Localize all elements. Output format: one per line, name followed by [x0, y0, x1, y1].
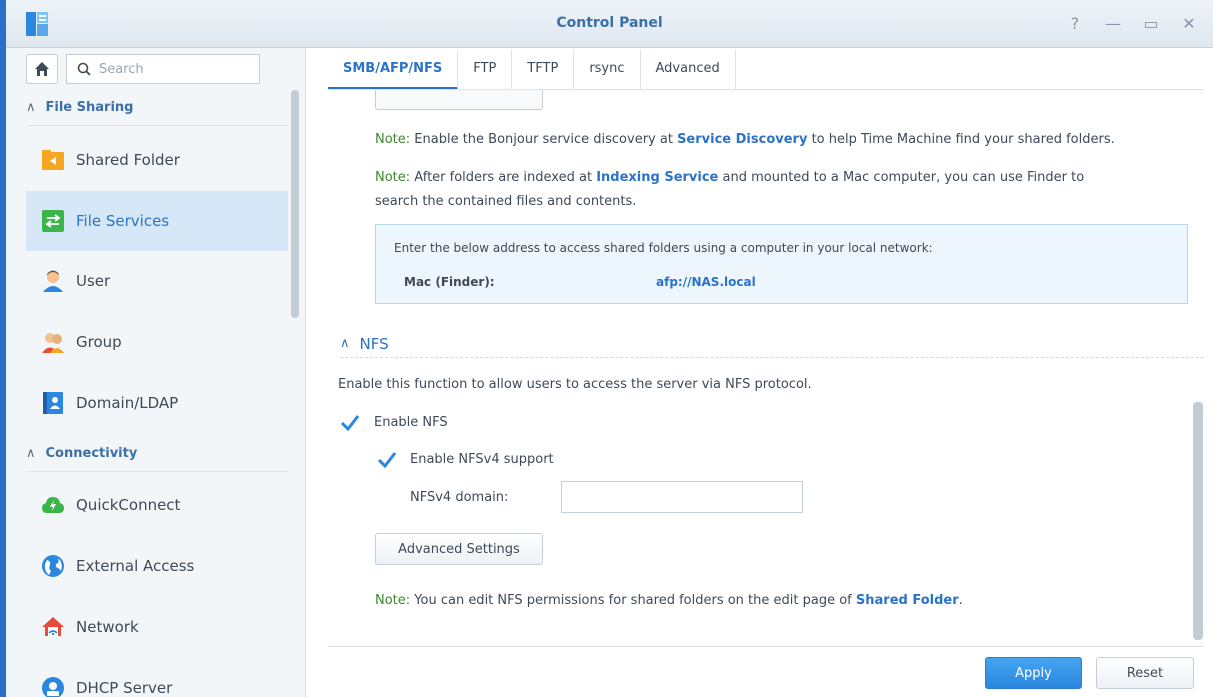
nfsv4-domain-label: NFSv4 domain: — [410, 490, 509, 505]
enable-nfs-checkbox[interactable] — [340, 413, 360, 433]
sidebar-search-row: Search — [26, 54, 260, 84]
home-button[interactable] — [26, 54, 58, 84]
maximize-icon[interactable]: ▭ — [1143, 14, 1159, 33]
enable-nfs-label[interactable]: Enable NFS — [374, 415, 448, 430]
sidebar-item-quickconnect[interactable]: QuickConnect — [26, 475, 288, 535]
shared-folder-icon — [42, 149, 64, 171]
chevron-up-icon: ∧ — [26, 100, 36, 115]
section-file-sharing[interactable]: ∧ File Sharing — [26, 90, 288, 126]
domain-ldap-icon — [42, 392, 64, 414]
address-description: Enter the below address to access shared… — [394, 241, 933, 255]
nfs-description: Enable this function to allow users to a… — [338, 377, 812, 392]
sidebar-item-dhcp-server[interactable]: DHCP Server — [26, 658, 288, 697]
chevron-up-icon: ∧ — [26, 446, 36, 461]
file-services-icon — [42, 210, 64, 232]
address-info-box: Enter the below address to access shared… — [375, 224, 1188, 304]
sidebar-scrollbar[interactable] — [291, 90, 299, 318]
search-input[interactable]: Search — [66, 54, 260, 84]
close-icon[interactable]: ✕ — [1181, 14, 1197, 33]
note-service-discovery: Note: Enable the Bonjour service discove… — [375, 132, 1115, 147]
note-nfs-permissions: Note: You can edit NFS permissions for s… — [375, 593, 963, 608]
section-connectivity[interactable]: ∧ Connectivity — [26, 436, 288, 472]
clipped-button[interactable] — [375, 90, 543, 110]
minimize-icon[interactable]: — — [1105, 14, 1121, 33]
tab-ftp[interactable]: FTP — [458, 50, 513, 90]
search-placeholder: Search — [99, 61, 144, 77]
user-icon — [42, 270, 64, 292]
sidebar-item-label: File Services — [76, 212, 170, 230]
sidebar-item-shared-folder[interactable]: Shared Folder — [26, 130, 288, 190]
title-bar[interactable]: Control Panel ? — ▭ ✕ — [6, 0, 1213, 48]
tab-smb-afp-nfs[interactable]: SMB/AFP/NFS — [328, 50, 459, 90]
sidebar-item-network[interactable]: Network — [26, 597, 288, 657]
sidebar-item-label: Shared Folder — [76, 151, 180, 169]
enable-nfsv4-label[interactable]: Enable NFSv4 support — [410, 452, 554, 467]
reset-button[interactable]: Reset — [1096, 657, 1194, 689]
dhcp-server-icon — [42, 677, 64, 697]
sidebar-item-label: User — [76, 272, 111, 290]
group-icon — [42, 331, 64, 353]
quickconnect-icon — [42, 494, 64, 516]
sidebar-item-label: DHCP Server — [76, 679, 173, 697]
sidebar-item-label: Group — [76, 333, 122, 351]
tab-bar: SMB/AFP/NFS FTP TFTP rsync Advanced — [328, 48, 736, 90]
tab-advanced[interactable]: Advanced — [641, 50, 736, 90]
tab-rsync[interactable]: rsync — [574, 50, 641, 90]
section-label: Connectivity — [45, 446, 138, 461]
sidebar-item-domain-ldap[interactable]: Domain/LDAP — [26, 373, 288, 433]
advanced-settings-button[interactable]: Advanced Settings — [375, 533, 543, 565]
nfsv4-domain-input[interactable] — [561, 481, 803, 513]
globe-icon — [42, 555, 64, 577]
sidebar-item-external-access[interactable]: External Access — [26, 536, 288, 596]
sidebar-item-label: Domain/LDAP — [76, 394, 179, 412]
sidebar-item-file-services[interactable]: File Services — [26, 191, 288, 251]
checkmark-icon — [377, 452, 397, 469]
service-discovery-link[interactable]: Service Discovery — [677, 132, 807, 147]
apply-button[interactable]: Apply — [985, 657, 1082, 689]
indexing-service-link[interactable]: Indexing Service — [596, 170, 718, 185]
home-icon — [35, 62, 49, 76]
window-controls: ? — ▭ ✕ — [1067, 14, 1197, 33]
control-panel-window: Control Panel ? — ▭ ✕ Search ∧ File Shar… — [0, 0, 1213, 697]
nfs-section-title: NFS — [359, 334, 389, 353]
sidebar-item-label: External Access — [76, 557, 195, 575]
help-icon[interactable]: ? — [1067, 14, 1083, 33]
note-indexing-service: Note: After folders are indexed at Index… — [375, 170, 1085, 209]
window-title: Control Panel — [556, 15, 663, 31]
sidebar-item-label: Network — [76, 618, 139, 636]
content-scrollbar[interactable] — [1193, 402, 1203, 640]
sidebar: Search ∧ File Sharing Shared Folder File… — [6, 48, 306, 697]
sidebar-item-group[interactable]: Group — [26, 312, 288, 372]
address-value: afp://NAS.local — [656, 275, 756, 289]
nfs-section-header[interactable]: ∧ NFS — [340, 330, 1204, 358]
shared-folder-link[interactable]: Shared Folder — [856, 593, 959, 608]
tab-tftp[interactable]: TFTP — [512, 50, 575, 90]
search-icon — [77, 62, 91, 76]
sidebar-item-label: QuickConnect — [76, 496, 181, 514]
checkmark-icon — [340, 415, 360, 432]
chevron-up-icon: ∧ — [340, 336, 350, 351]
enable-nfsv4-checkbox[interactable] — [377, 450, 397, 470]
address-key: Mac (Finder): — [404, 275, 495, 289]
network-house-icon — [42, 616, 64, 638]
sidebar-item-user[interactable]: User — [26, 251, 288, 311]
section-label: File Sharing — [45, 100, 134, 115]
